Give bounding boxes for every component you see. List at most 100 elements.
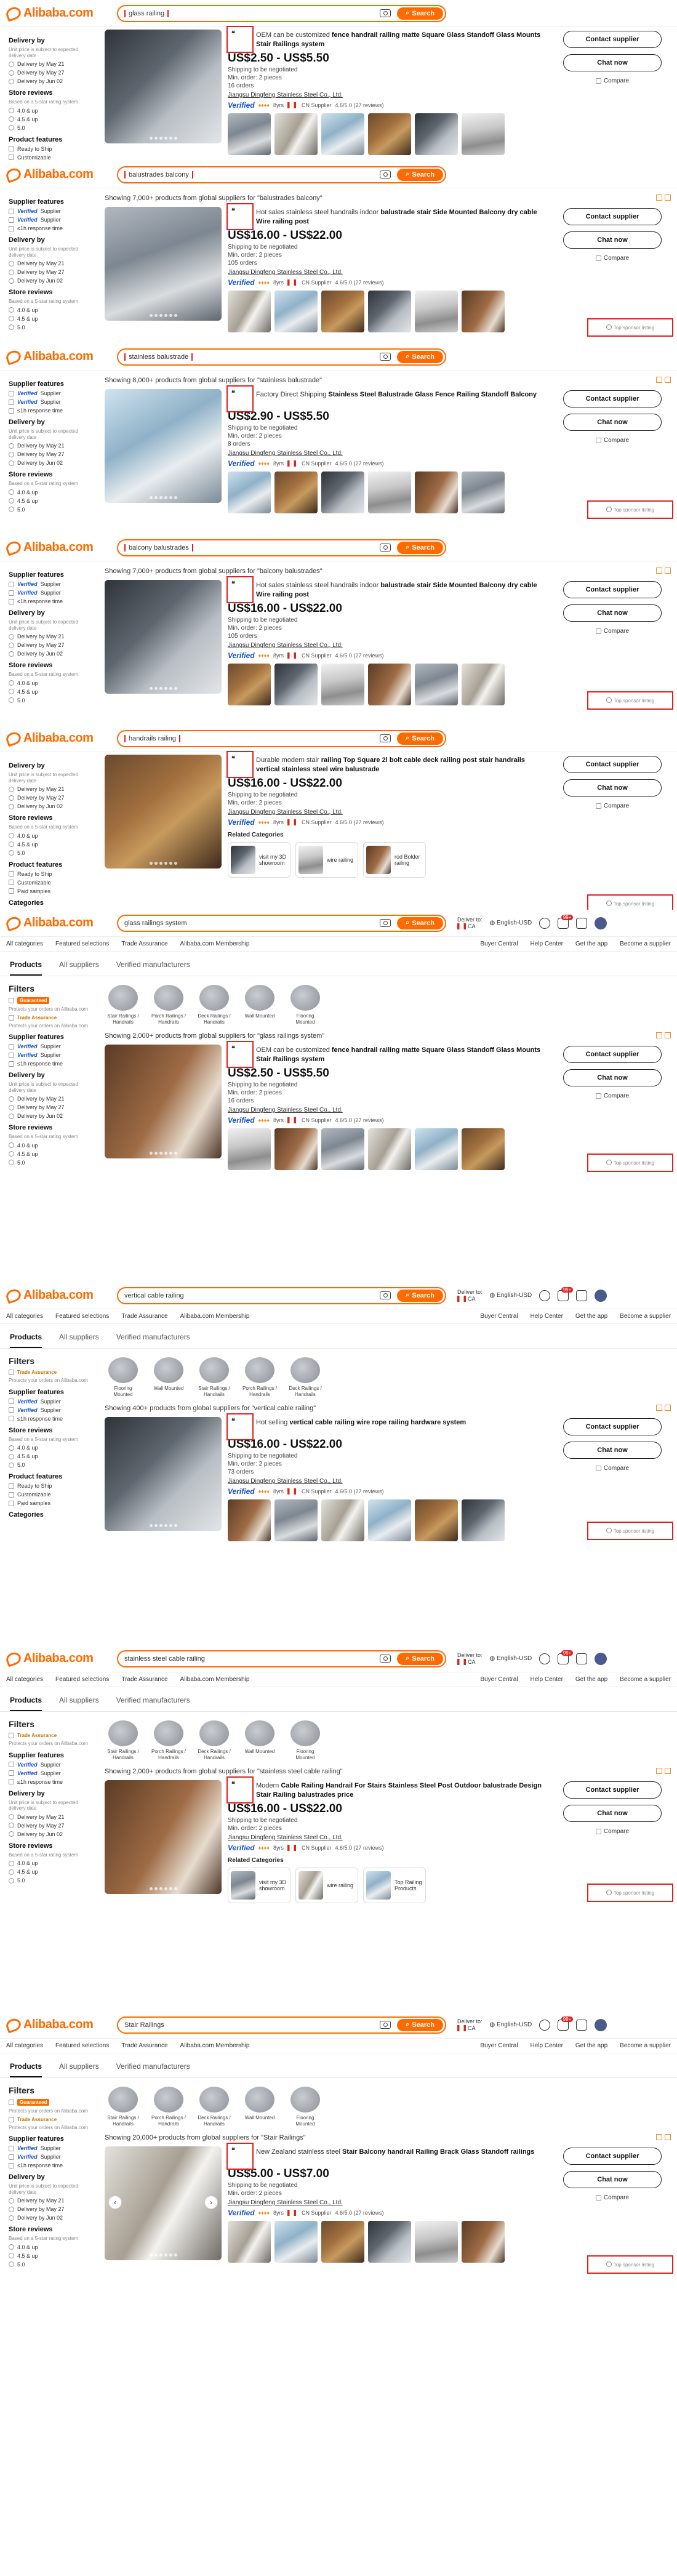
list-view-icon[interactable] [656, 568, 662, 574]
category-item[interactable]: Stair Railings / Handrails [105, 1720, 142, 1760]
product-thumbnail[interactable] [228, 1128, 271, 1170]
subnav-buyer-central[interactable]: Buyer Central [480, 941, 518, 947]
tab-products[interactable]: Products [10, 2062, 42, 2077]
compare-toggle[interactable]: Compare [595, 628, 629, 635]
radio[interactable] [9, 2206, 14, 2212]
camera-search-icon[interactable] [380, 544, 391, 552]
radio[interactable] [9, 841, 14, 848]
filter-trade-assurance[interactable]: Trade Assurance [9, 2116, 96, 2122]
product-thumbnail[interactable] [228, 663, 271, 705]
checkbox[interactable] [9, 1483, 14, 1489]
filter-verified-pro[interactable]: Verified Supplier [9, 399, 96, 405]
radio[interactable] [9, 1869, 14, 1875]
orders-icon[interactable]: 99+ [558, 1286, 574, 1301]
subnav-all-categories[interactable]: All categories [6, 1676, 43, 1683]
search-button[interactable]: ⌕ Search [397, 732, 443, 745]
product-title[interactable]: OEM can be customized fence handrail rai… [228, 31, 548, 49]
radio[interactable] [9, 1160, 14, 1166]
checkbox[interactable] [9, 1370, 14, 1375]
filter-rating-4[interactable]: 4.0 & up [9, 108, 96, 114]
radio[interactable] [9, 2197, 14, 2204]
checkbox[interactable] [9, 880, 14, 886]
supplier-link[interactable]: Jiangsu Dingfeng Stainless Steel Co., Lt… [228, 1107, 548, 1113]
filter-rating-45[interactable]: 4.5 & up [9, 1869, 96, 1875]
product-image[interactable] [105, 580, 222, 694]
supplier-link[interactable]: Jiangsu Dingfeng Stainless Steel Co., Lt… [228, 92, 548, 98]
top-sponsor-listing-label[interactable]: Top sponsor listing [587, 1522, 673, 1541]
grid-view-icon[interactable] [665, 2134, 671, 2141]
chat-now-button[interactable]: Chat now [563, 54, 662, 71]
category-item[interactable]: Deck Railings / Handrails [287, 1357, 324, 1397]
related-category-card[interactable]: rod Bolder railing [363, 841, 426, 878]
checkbox[interactable] [9, 1491, 14, 1498]
search-input[interactable]: glass railing [124, 9, 380, 17]
store-rating[interactable]: 4.6/5.0 (27 reviews) [335, 1845, 384, 1851]
subnav-help-center[interactable]: Help Center [531, 1313, 563, 1320]
filter-delivery-1[interactable]: Delivery by May 21 [9, 786, 96, 792]
contact-supplier-button[interactable]: Contact supplier [563, 390, 662, 407]
list-view-icon[interactable] [656, 195, 662, 201]
subnav-trade-assurance[interactable]: Trade Assurance [121, 1313, 167, 1320]
filter-verified-pro[interactable]: Verified Supplier [9, 2154, 96, 2160]
filter-delivery-3[interactable]: Delivery by Jun 02 [9, 1831, 96, 1837]
search-input[interactable]: balustrades balcony [124, 171, 380, 179]
radio[interactable] [9, 61, 14, 67]
checkbox[interactable] [9, 1398, 14, 1405]
product-thumbnail[interactable] [274, 290, 318, 332]
filter-response-time[interactable]: ≤1h response time [9, 1779, 96, 1785]
checkbox[interactable] [9, 154, 14, 161]
product-thumbnail[interactable] [368, 471, 411, 513]
radio[interactable] [9, 269, 14, 275]
filter-ready-to-ship[interactable]: Ready to Ship [9, 1483, 96, 1489]
product-card[interactable]: ❝ Factory Direct Shipping Stainless Stee… [105, 385, 671, 513]
top-sponsor-listing-label[interactable]: Top sponsor listing [587, 500, 673, 519]
product-card[interactable]: ❝ Hot sales stainless steel handrails in… [105, 203, 671, 332]
filter-delivery-2[interactable]: Delivery by May 27 [9, 795, 96, 801]
checkbox[interactable] [9, 2100, 14, 2105]
camera-search-icon[interactable] [380, 919, 391, 927]
subnav-membership[interactable]: Alibaba.com Membership [180, 1676, 250, 1683]
filter-verified-supplier[interactable]: Verified Supplier [9, 1043, 96, 1049]
avatar[interactable] [595, 2018, 607, 2031]
radio[interactable] [9, 689, 14, 695]
product-thumbnail[interactable] [462, 113, 505, 155]
subnav-help-center[interactable]: Help Center [531, 2042, 563, 2049]
subnav-get-app[interactable]: Get the app [575, 2042, 607, 2049]
category-item[interactable]: Wall Mounted [241, 1720, 278, 1760]
radio[interactable] [9, 1096, 14, 1102]
radio[interactable] [9, 1814, 14, 1820]
filter-rating-5[interactable]: 5.0 [9, 507, 96, 513]
search-button[interactable]: ⌕ Search [397, 917, 443, 929]
category-item[interactable]: Deck Railings / Handrails [196, 985, 233, 1025]
radio[interactable] [9, 78, 14, 84]
product-image[interactable] [105, 1417, 222, 1531]
subnav-membership[interactable]: Alibaba.com Membership [180, 941, 250, 947]
radio[interactable] [9, 1831, 14, 1837]
search-box[interactable]: glass railing ⌕ Search [117, 4, 446, 22]
grid-view-icon[interactable] [665, 568, 671, 574]
radio[interactable] [9, 1445, 14, 1451]
filter-delivery-3[interactable]: Delivery by Jun 02 [9, 651, 96, 657]
grid-view-icon[interactable] [665, 1032, 671, 1039]
product-title[interactable]: Modern Cable Railing Handrail For Stairs… [228, 1781, 548, 1800]
top-sponsor-listing-label[interactable]: Top sponsor listing [587, 894, 673, 910]
product-image[interactable] [105, 207, 222, 321]
filter-delivery-3[interactable]: Delivery by Jun 02 [9, 278, 96, 284]
radio[interactable] [9, 460, 14, 466]
radio[interactable] [9, 70, 14, 76]
radio[interactable] [9, 1104, 14, 1110]
radio[interactable] [9, 2261, 14, 2268]
product-thumbnail[interactable] [228, 1499, 271, 1542]
filter-verified-pro[interactable]: Verified Supplier [9, 217, 96, 223]
camera-search-icon[interactable] [380, 2021, 391, 2029]
tab-verified-manufacturers[interactable]: Verified manufacturers [116, 1333, 190, 1348]
product-title[interactable]: Durable modern stair railing Top Square … [228, 756, 548, 774]
language-selector[interactable]: ◍ English-USD [490, 2021, 532, 2028]
list-view-icon[interactable] [656, 2134, 662, 2141]
product-thumbnail[interactable] [274, 113, 318, 155]
radio[interactable] [9, 850, 14, 856]
alibaba-logo[interactable]: Alibaba.com [4, 348, 117, 366]
product-thumbnail[interactable] [274, 663, 318, 705]
radio[interactable] [9, 803, 14, 809]
filter-delivery-1[interactable]: Delivery by May 21 [9, 1814, 96, 1820]
